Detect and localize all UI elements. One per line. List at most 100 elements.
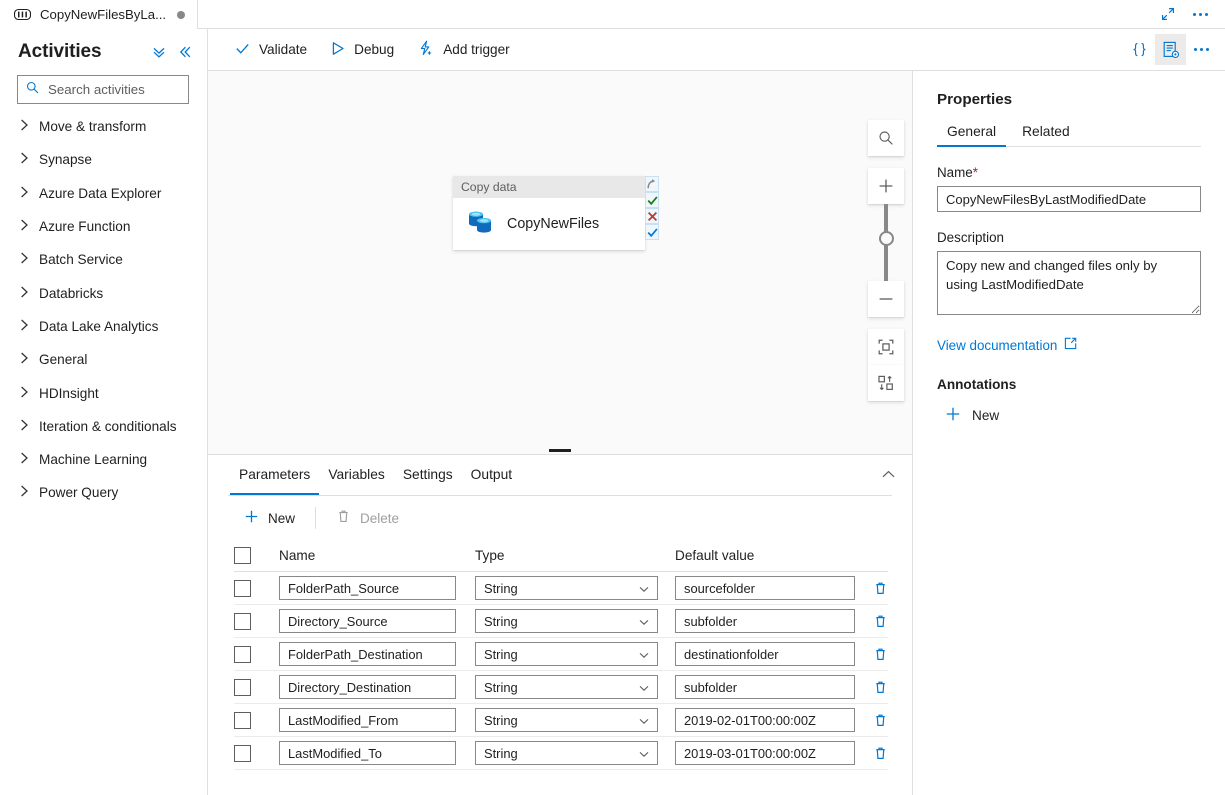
chevron-right-icon xyxy=(20,452,29,467)
command-separator xyxy=(315,507,317,529)
activity-category-machine-learning[interactable]: Machine Learning xyxy=(0,443,207,476)
delete-row-icon[interactable] xyxy=(873,647,888,662)
activity-category-azure-function[interactable]: Azure Function xyxy=(0,210,207,243)
row-checkbox[interactable] xyxy=(234,711,251,729)
lightning-plus-icon xyxy=(418,40,434,59)
pipeline-tab[interactable]: CopyNewFilesByLa... xyxy=(0,0,199,29)
more-menu-icon[interactable] xyxy=(1185,0,1215,28)
properties-panel-icon[interactable] xyxy=(1155,34,1186,65)
validate-button[interactable]: Validate xyxy=(226,34,316,66)
tab-settings[interactable]: Settings xyxy=(394,455,462,495)
delete-row-icon[interactable] xyxy=(873,746,888,761)
collapse-all-icon[interactable] xyxy=(151,44,167,60)
new-parameter-button[interactable]: New xyxy=(234,503,305,533)
delete-parameter-button[interactable]: Delete xyxy=(326,503,409,533)
parameter-default-input[interactable]: destinationfolder xyxy=(675,642,855,666)
tab-output[interactable]: Output xyxy=(462,455,521,495)
debug-button[interactable]: Debug xyxy=(322,34,403,66)
parameter-type-select[interactable]: String xyxy=(475,576,658,600)
pipeline-description-textarea[interactable] xyxy=(937,251,1201,315)
activity-category-label: Batch Service xyxy=(39,252,123,268)
tab-related-label: Related xyxy=(1022,124,1070,139)
parameter-type-select[interactable]: String xyxy=(475,642,658,666)
code-view-icon[interactable] xyxy=(1124,34,1155,65)
tab-parameters[interactable]: Parameters xyxy=(230,455,320,495)
search-activities-box[interactable] xyxy=(17,75,189,104)
zoom-out-icon[interactable] xyxy=(868,281,904,317)
port-skipped[interactable] xyxy=(645,176,659,192)
parameter-default-input[interactable]: sourcefolder xyxy=(675,576,855,600)
zoom-in-icon[interactable] xyxy=(868,168,904,204)
chevron-right-icon xyxy=(20,386,29,401)
parameter-name-input[interactable]: Directory_Source xyxy=(279,609,456,633)
activity-category-move-transform[interactable]: Move & transform xyxy=(0,110,207,143)
pipeline-toolbar-right xyxy=(912,29,1225,71)
activity-category-data-lake-analytics[interactable]: Data Lake Analytics xyxy=(0,310,207,343)
column-header-default-value: Default value xyxy=(675,548,755,563)
activity-category-synapse[interactable]: Synapse xyxy=(0,143,207,176)
delete-row-icon[interactable] xyxy=(873,713,888,728)
auto-align-icon[interactable] xyxy=(868,365,904,401)
collapse-panel-icon[interactable] xyxy=(177,44,193,60)
parameter-name-input[interactable]: FolderPath_Source xyxy=(279,576,456,600)
activity-category-iteration-conditionals[interactable]: Iteration & conditionals xyxy=(0,410,207,443)
parameter-type-select[interactable]: String xyxy=(475,609,658,633)
parameter-type-select[interactable]: String xyxy=(475,708,658,732)
parameter-default-input[interactable]: 2019-03-01T00:00:00Z xyxy=(675,741,855,765)
search-activities-input[interactable] xyxy=(46,81,180,98)
port-success[interactable] xyxy=(645,192,659,208)
row-checkbox[interactable] xyxy=(234,612,251,630)
collapse-details-panel-icon[interactable] xyxy=(881,467,896,487)
view-documentation-link[interactable]: View documentation xyxy=(937,337,1077,353)
zoom-slider-thumb[interactable] xyxy=(879,231,894,246)
copy-data-activity-node[interactable]: Copy data CopyNewFiles xyxy=(453,176,645,250)
properties-panel: Properties General Related Name* Descrip… xyxy=(912,71,1225,795)
parameter-type-select[interactable]: String xyxy=(475,675,658,699)
parameter-type-value: String xyxy=(484,580,518,596)
activity-category-databricks[interactable]: Databricks xyxy=(0,276,207,309)
activity-category-hdinsight[interactable]: HDInsight xyxy=(0,376,207,409)
activity-category-label: Iteration & conditionals xyxy=(39,418,177,434)
row-checkbox[interactable] xyxy=(234,744,251,762)
delete-row-icon[interactable] xyxy=(873,614,888,629)
parameter-name-input[interactable]: Directory_Destination xyxy=(279,675,456,699)
row-default-cell: 2019-03-01T00:00:00Z xyxy=(675,741,888,765)
parameter-default-input[interactable]: subfolder xyxy=(675,675,855,699)
parameter-type-select[interactable]: String xyxy=(475,741,658,765)
tab-general[interactable]: General xyxy=(937,124,1007,147)
delete-row-icon[interactable] xyxy=(873,680,888,695)
select-all-checkbox[interactable] xyxy=(234,547,251,564)
port-failure[interactable] xyxy=(645,208,659,224)
add-trigger-button[interactable]: Add trigger xyxy=(409,34,519,66)
more-options-icon[interactable] xyxy=(1186,34,1217,65)
parameter-name-input[interactable]: LastModified_From xyxy=(279,708,456,732)
parameter-default-input[interactable]: subfolder xyxy=(675,609,855,633)
expand-icon[interactable] xyxy=(1153,0,1183,28)
zoom-slider[interactable] xyxy=(868,204,904,281)
pipeline-name-input[interactable] xyxy=(937,186,1201,212)
parameter-name-input[interactable]: LastModified_To xyxy=(279,741,456,765)
panel-resize-handle[interactable] xyxy=(208,446,912,454)
row-checkbox[interactable] xyxy=(234,579,251,597)
new-annotation-label: New xyxy=(972,407,1000,423)
activity-category-general[interactable]: General xyxy=(0,343,207,376)
row-checkbox[interactable] xyxy=(234,645,251,663)
activity-category-batch-service[interactable]: Batch Service xyxy=(0,243,207,276)
new-annotation-button[interactable]: New xyxy=(939,402,1005,429)
debug-label: Debug xyxy=(354,42,395,57)
tab-related[interactable]: Related xyxy=(1012,124,1080,146)
activity-category-power-query[interactable]: Power Query xyxy=(0,476,207,509)
port-completion[interactable] xyxy=(645,224,659,240)
parameter-name-input[interactable]: FolderPath_Destination xyxy=(279,642,456,666)
row-checkbox[interactable] xyxy=(234,678,251,696)
zoom-search-icon[interactable] xyxy=(868,120,904,156)
node-body[interactable]: CopyNewFiles xyxy=(453,198,645,250)
delete-row-icon[interactable] xyxy=(873,581,888,596)
zoom-to-fit-icon[interactable] xyxy=(868,329,904,365)
tab-variables[interactable]: Variables xyxy=(319,455,394,495)
pipeline-canvas[interactable]: Copy data CopyNewFiles xyxy=(208,71,912,450)
copy-data-icon xyxy=(467,209,495,240)
row-select-cell xyxy=(234,579,279,597)
parameter-default-input[interactable]: 2019-02-01T00:00:00Z xyxy=(675,708,855,732)
activity-category-azure-data-explorer[interactable]: Azure Data Explorer xyxy=(0,177,207,210)
